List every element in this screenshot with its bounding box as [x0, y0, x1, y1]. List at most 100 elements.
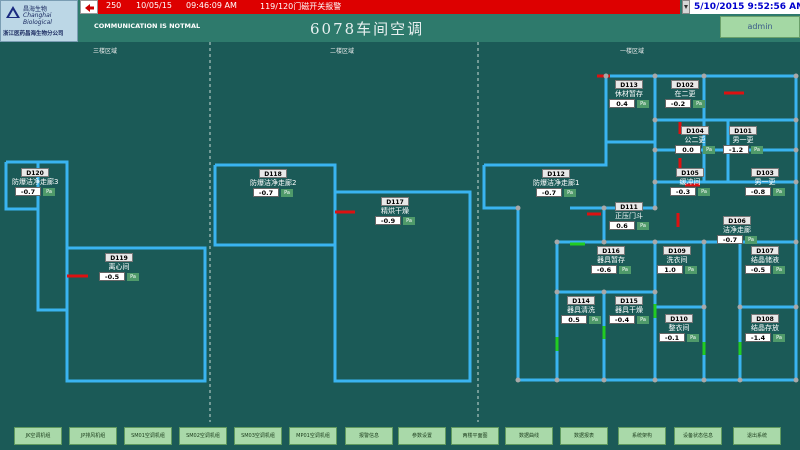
pressure-value: -0.7 [717, 235, 743, 244]
floor-plan: 三楼区域 二楼区域 一楼区域 D120 防爆洁净走廊3 -0.7 Pa D119 离心间 -… [0, 42, 800, 422]
nav-button-5[interactable]: SM03空调机组 [234, 427, 282, 445]
room-d112[interactable]: D112 防爆洁净走廊1 -0.7 Pa [533, 169, 579, 197]
pressure-unit: Pa [773, 187, 785, 196]
room-d113[interactable]: D113 休材暂存 0.4 Pa [606, 80, 652, 108]
pressure-row: -0.2 Pa [662, 99, 708, 108]
system-datetime: 5/10/2015 9:52:56 AM [690, 0, 800, 14]
alarm-count: 250 [106, 1, 122, 10]
user-login-button[interactable]: admin [720, 16, 800, 38]
room-d103[interactable]: D103 男一更 -0.8 Pa [742, 168, 788, 196]
pressure-value: -1.4 [745, 333, 771, 342]
room-d101[interactable]: D101 男一更 -1.2 Pa [720, 126, 766, 154]
pressure-row: -0.1 Pa [656, 333, 702, 342]
pressure-row: -0.5 Pa [96, 272, 142, 281]
room-d109[interactable]: D109 洗衣间 1.0 Pa [654, 246, 700, 274]
pressure-unit: Pa [693, 99, 705, 108]
pressure-unit: Pa [703, 145, 715, 154]
pressure-value: -0.4 [609, 315, 635, 324]
room-id-tag: D115 [615, 296, 643, 305]
pressure-unit: Pa [698, 187, 710, 196]
room-id-tag: D109 [663, 246, 691, 255]
nav-button-6[interactable]: MP01空调机组 [289, 427, 337, 445]
room-d111[interactable]: D111 正压门斗 0.6 Pa [606, 202, 652, 230]
room-d115[interactable]: D115 器具干燥 -0.4 Pa [606, 296, 652, 324]
room-d102[interactable]: D102 在二更 -0.2 Pa [662, 80, 708, 108]
room-id-tag: D103 [751, 168, 779, 177]
chevron-down-icon [684, 5, 688, 9]
pressure-row: -0.9 Pa [372, 216, 418, 225]
room-d117[interactable]: D117 精烘干燥 -0.9 Pa [372, 197, 418, 225]
pressure-value: -0.1 [659, 333, 685, 342]
room-d105[interactable]: D105 缓冲间 -0.3 Pa [667, 168, 713, 196]
room-d106[interactable]: D106 洁净走廊 -0.7 Pa [714, 216, 760, 244]
room-d118[interactable]: D118 防爆洁净走廊2 -0.7 Pa [250, 169, 296, 197]
room-d104[interactable]: D104 公二更 0.0 Pa [672, 126, 718, 154]
room-d120[interactable]: D120 防爆洁净走廊3 -0.7 Pa [12, 168, 58, 196]
pressure-value: -0.2 [665, 99, 691, 108]
nav-button-7[interactable]: 报警信息 [345, 427, 393, 445]
pressure-unit: Pa [43, 187, 55, 196]
alarm-ack-button[interactable] [80, 0, 98, 14]
nav-button-2[interactable]: JP排风机组 [69, 427, 117, 445]
pressure-unit: Pa [281, 188, 293, 197]
room-name: 洁净走廊 [723, 226, 751, 234]
nav-button-14[interactable]: 退出系统 [733, 427, 781, 445]
nav-button-1[interactable]: JK空调机组 [14, 427, 62, 445]
room-id-tag: D113 [615, 80, 643, 89]
room-id-tag: D118 [259, 169, 287, 178]
room-d114[interactable]: D114 器具清洗 0.5 Pa [558, 296, 604, 324]
pressure-unit: Pa [745, 235, 757, 244]
room-d119[interactable]: D119 离心间 -0.5 Pa [96, 253, 142, 281]
room-name: 结晶存放 [751, 324, 779, 332]
room-id-tag: D101 [729, 126, 757, 135]
room-name: 结晶储液 [751, 256, 779, 264]
room-id-tag: D120 [21, 168, 49, 177]
pressure-unit: Pa [619, 265, 631, 274]
nav-button-4[interactable]: SM02空调机组 [179, 427, 227, 445]
alarm-time: 09:46:09 AM [186, 1, 237, 10]
nav-button-3[interactable]: SM01空调机组 [124, 427, 172, 445]
room-id-tag: D102 [671, 80, 699, 89]
nav-button-11[interactable]: 数据报表 [560, 427, 608, 445]
nav-button-9[interactable]: 两楼平面图 [451, 427, 499, 445]
pressure-row: -1.4 Pa [742, 333, 788, 342]
room-name: 防爆洁净走廊2 [250, 179, 297, 187]
room-name: 公二更 [684, 136, 706, 144]
pressure-unit: Pa [127, 272, 139, 281]
communication-status: COMMUNICATION IS NOTMAL [94, 22, 201, 30]
pressure-value: 0.4 [609, 99, 635, 108]
zone-label-floor3: 三楼区域 [93, 48, 118, 55]
room-id-tag: D119 [105, 253, 133, 262]
pressure-value: -0.5 [745, 265, 771, 274]
room-d107[interactable]: D107 结晶储液 -0.5 Pa [742, 246, 788, 274]
bottom-navigation: JK空调机组 JP排风机组 SM01空调机组 SM02空调机组 SM03空调机组 MP01… [0, 422, 800, 450]
room-name: 正压门斗 [615, 212, 643, 220]
pressure-row: 0.6 Pa [606, 221, 652, 230]
room-d116[interactable]: D116 器具暂存 -0.6 Pa [588, 246, 634, 274]
room-id-tag: D114 [567, 296, 595, 305]
room-name: 休材暂存 [615, 90, 643, 98]
arrow-left-icon [85, 4, 94, 12]
pressure-row: -0.8 Pa [742, 187, 788, 196]
room-d110[interactable]: D110 整衣间 -0.1 Pa [656, 314, 702, 342]
pressure-value: 0.5 [561, 315, 587, 324]
pressure-value: -0.3 [670, 187, 696, 196]
pressure-row: -0.6 Pa [588, 265, 634, 274]
nav-button-10[interactable]: 数据曲线 [505, 427, 553, 445]
pressure-value: 0.6 [609, 221, 635, 230]
pressure-unit: Pa [637, 315, 649, 324]
pressure-value: -0.7 [253, 188, 279, 197]
nav-button-8[interactable]: 参数设置 [398, 427, 446, 445]
room-id-tag: D107 [751, 246, 779, 255]
room-d108[interactable]: D108 结晶存放 -1.4 Pa [742, 314, 788, 342]
nav-button-12[interactable]: 系统架构 [618, 427, 666, 445]
room-id-tag: D112 [542, 169, 570, 178]
triangle-logo-icon [6, 6, 20, 18]
pressure-row: -0.5 Pa [742, 265, 788, 274]
pressure-value: 1.0 [657, 265, 683, 274]
alarm-banner[interactable]: 250 10/05/15 09:46:09 AM 119/120门磁开关报警 [80, 0, 680, 14]
nav-button-13[interactable]: 设备状态信息 [674, 427, 722, 445]
company-logo: 昌海生物 Changhai Biological 浙江医药昌海生物分公司 [0, 0, 78, 42]
room-name: 男一更 [732, 136, 754, 144]
alarm-scroll-button[interactable] [682, 0, 690, 14]
